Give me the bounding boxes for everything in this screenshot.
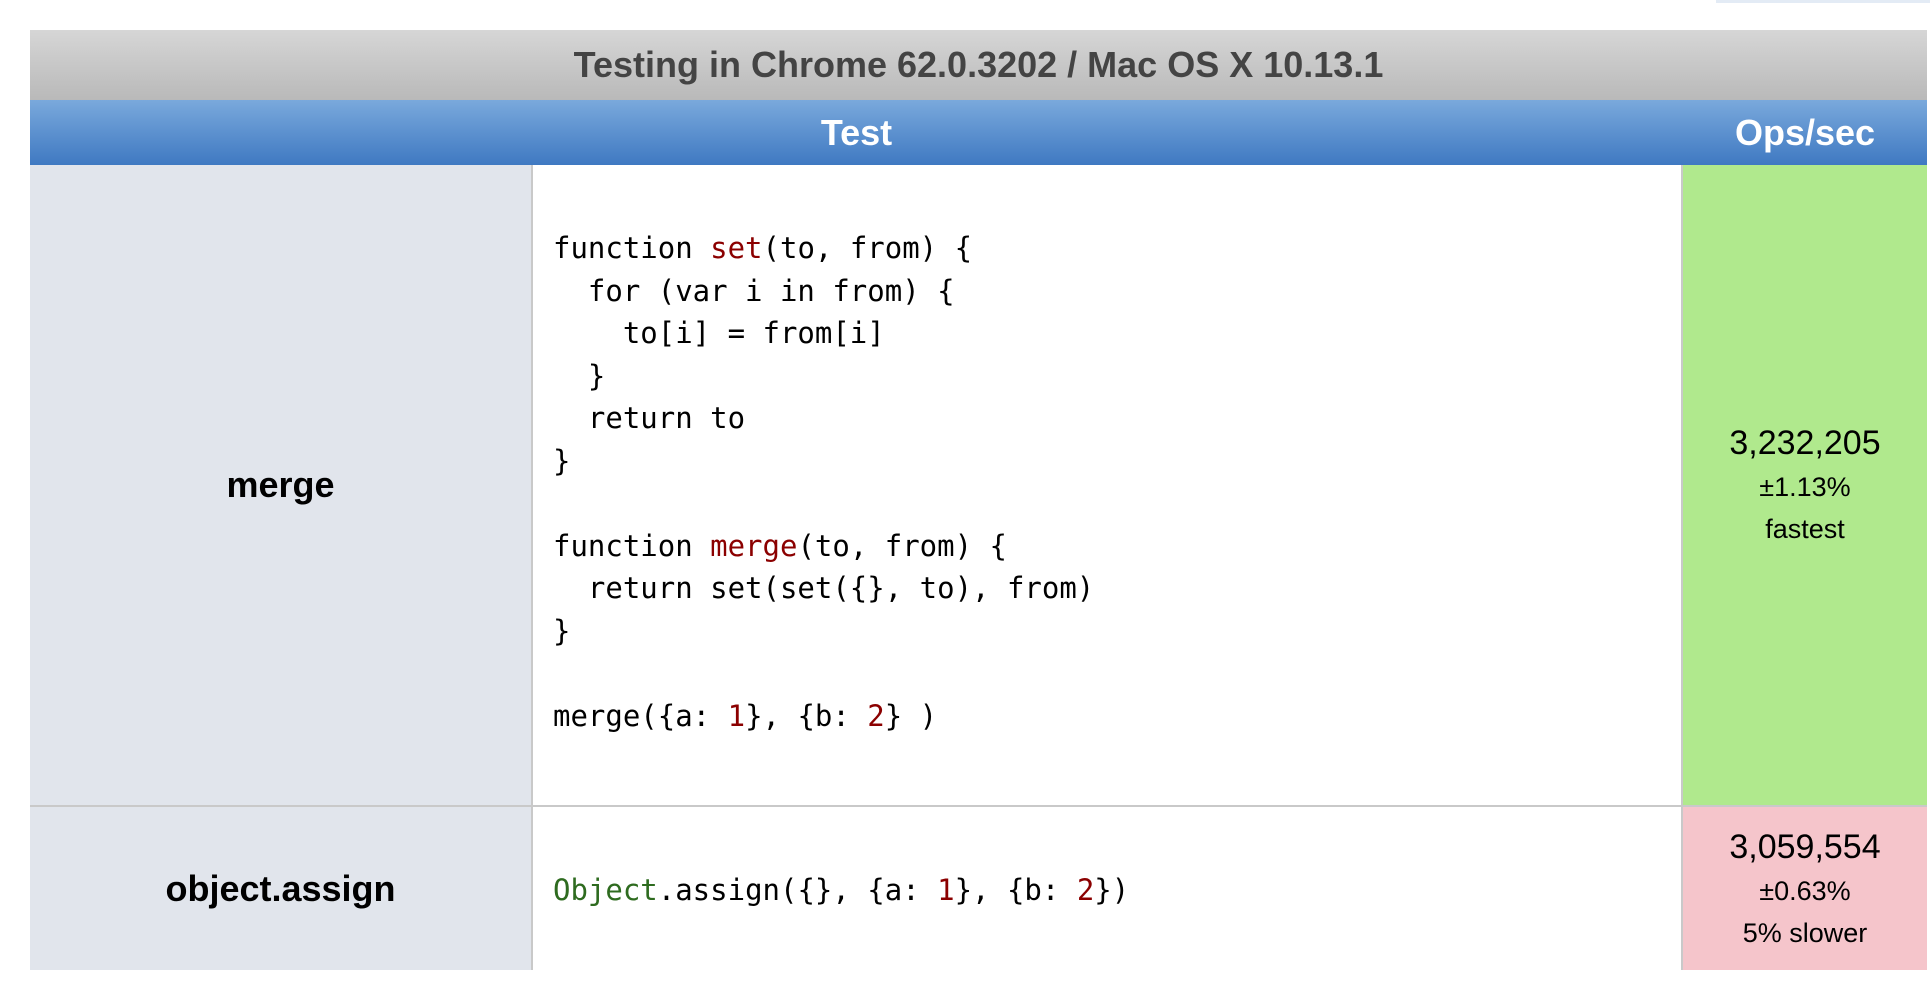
- test-name-cell: merge: [30, 165, 533, 805]
- ops-result-cell: 3,232,205 ±1.13% fastest: [1683, 165, 1927, 805]
- ops-value: 3,232,205: [1729, 424, 1881, 462]
- ops-error-margin: ±1.13%: [1759, 472, 1851, 502]
- test-code-cell: Object.assign({}, {a: 1}, {b: 2}): [533, 805, 1683, 970]
- ops-rank: 5% slower: [1742, 917, 1868, 948]
- table-row: object.assign Object.assign({}, {a: 1}, …: [30, 805, 1927, 970]
- test-code-cell: function set(to, from) { for (var i in f…: [533, 165, 1683, 805]
- test-name: object.assign: [165, 867, 396, 909]
- ops-result-cell: 3,059,554 ±0.63% 5% slower: [1683, 805, 1927, 970]
- test-name-cell: object.assign: [30, 805, 533, 970]
- ops-value: 3,059,554: [1729, 827, 1881, 866]
- header-test-label: Test: [820, 111, 893, 153]
- table-row: merge function set(to, from) { for (var …: [30, 165, 1927, 805]
- header-test: Test: [30, 100, 1683, 165]
- test-code: Object.assign({}, {a: 1}, {b: 2}): [553, 873, 1130, 907]
- ops-error-margin: ±0.63%: [1759, 875, 1851, 906]
- ops-rank: fastest: [1765, 514, 1845, 544]
- header-ops-label: Ops/sec: [1734, 111, 1876, 153]
- results-caption: Testing in Chrome 62.0.3202 / Mac OS X 1…: [30, 30, 1927, 100]
- top-edge-decoration: [1716, 0, 1930, 3]
- table-header-row: Test Ops/sec: [30, 100, 1927, 165]
- test-name: merge: [226, 464, 335, 505]
- header-ops-sec: Ops/sec: [1683, 100, 1927, 165]
- caption-text: Testing in Chrome 62.0.3202 / Mac OS X 1…: [573, 44, 1384, 85]
- test-code: function set(to, from) { for (var i in f…: [553, 231, 1095, 733]
